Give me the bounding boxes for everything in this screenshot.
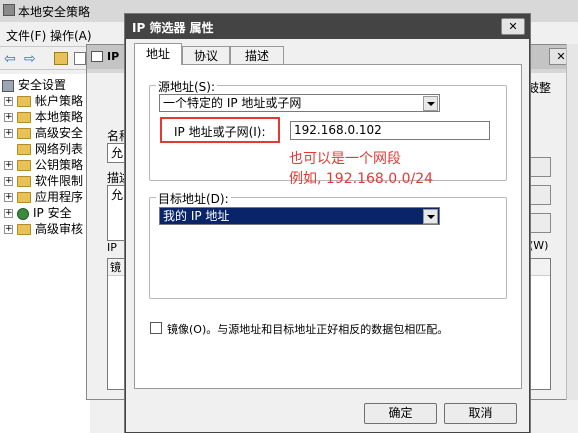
tree-item-label: 高级安全 — [35, 126, 84, 140]
bg-desc-field[interactable]: 允 — [107, 185, 125, 241]
bg-name-field[interactable]: 允 — [107, 143, 125, 163]
tree-item-account-policy[interactable]: 帐户策略 — [4, 93, 83, 109]
bg-list-right[interactable] — [527, 258, 551, 390]
ok-button-label: 确定 — [388, 406, 413, 420]
bg-name-value: 允 — [111, 146, 124, 160]
dest-address-label: 目标地址(D): — [156, 190, 231, 207]
tab-label: 描述 — [244, 49, 269, 63]
bg-list-right-header — [528, 259, 550, 276]
ip-subnet-label: IP 地址或子网(I): — [174, 125, 266, 139]
ip-filter-dialog: IP 筛选器 属性 ✕ 地址 协议 描述 源地址(S): 一个特定的 IP 地址… — [125, 14, 530, 433]
expand-icon[interactable] — [4, 93, 13, 109]
expand-icon[interactable] — [4, 221, 13, 237]
dialog-title-bar: IP 筛选器 属性 ✕ — [126, 15, 529, 39]
tab-address[interactable]: 地址 — [134, 43, 182, 65]
ok-button[interactable]: 确定 — [364, 403, 437, 424]
folder-icon — [17, 176, 31, 187]
tree-item-label: 软件限制 — [35, 174, 84, 188]
tree-item-label: IP 安全 — [33, 206, 72, 220]
tree-item-label: 公钥策略 — [35, 158, 84, 172]
dialog-title: IP 筛选器 属性 — [132, 21, 214, 35]
tab-label: 地址 — [145, 47, 170, 61]
annotation-text: 也可以是一个网段 例如, 192.168.0.0/24 — [289, 149, 433, 189]
forward-arrow-icon[interactable]: ⇨ — [24, 51, 36, 67]
dest-address-select[interactable]: 我的 IP 地址 — [159, 207, 440, 225]
tab-protocol[interactable]: 协议 — [182, 46, 230, 65]
bg-list-header: 镜 — [108, 259, 124, 276]
folder-icon — [17, 144, 31, 155]
bg-right-label-tail: 整 — [539, 81, 552, 95]
tree-item-label: 本地策略 — [35, 110, 84, 124]
folder-icon — [17, 128, 31, 139]
properties-icon[interactable] — [74, 52, 86, 65]
menu-action[interactable]: 操作(A) — [50, 27, 92, 44]
annotation-line-2: 例如, 192.168.0.0/24 — [289, 171, 434, 187]
cancel-button[interactable]: 取消 — [444, 403, 517, 424]
tree-item-label: 安全设置 — [18, 78, 67, 92]
menu-bar: 文件(F) 操作(A) — [0, 24, 130, 44]
tree-item-app-control[interactable]: 应用程序 — [4, 189, 83, 205]
source-address-value: 一个特定的 IP 地址或子网 — [163, 96, 302, 110]
folder-icon — [17, 224, 31, 235]
chevron-down-icon[interactable] — [423, 96, 438, 111]
ip-subnet-input[interactable]: 192.168.0.102 — [290, 121, 490, 140]
bg-right-label: 鼓整 — [527, 79, 551, 96]
tree-item-label: 帐户策略 — [35, 94, 84, 108]
tree-item-label: 网络列表 — [35, 142, 84, 156]
tab-label: 协议 — [193, 49, 218, 63]
bg-scrollbar[interactable] — [566, 44, 578, 400]
tree-item-ip-security[interactable]: IP 安全 — [4, 205, 72, 221]
expand-icon[interactable] — [4, 157, 13, 173]
network-shield-icon — [17, 207, 29, 220]
tree-item-advanced-audit[interactable]: 高级审核 — [4, 221, 83, 237]
bg-filter-list[interactable]: 镜 — [107, 258, 125, 390]
ip-subnet-value: 192.168.0.102 — [294, 123, 382, 137]
app-icon — [3, 4, 15, 16]
up-folder-icon[interactable] — [54, 52, 68, 65]
source-address-label: 源地址(S): — [156, 78, 218, 95]
bg-list-label: IP — [107, 241, 117, 254]
mirror-label: 镜像(O)。与源地址和目标地址正好相反的数据包相匹配。 — [167, 323, 449, 336]
folder-icon — [17, 160, 31, 171]
back-arrow-icon[interactable]: ⇦ — [4, 51, 16, 67]
menu-file[interactable]: 文件(F) — [6, 27, 46, 44]
expand-icon[interactable] — [4, 205, 13, 221]
tree-item-label: 应用程序 — [35, 190, 84, 204]
bg-list-header-label: 镜 — [110, 261, 121, 274]
bg-key-hint: (W) — [529, 239, 549, 252]
tab-description[interactable]: 描述 — [230, 46, 284, 65]
folder-icon — [17, 192, 31, 203]
expand-icon[interactable] — [4, 109, 13, 125]
folder-lock-icon — [17, 96, 31, 107]
tree-item-network-list[interactable]: 网络列表 — [17, 141, 83, 157]
mirror-checkbox[interactable] — [150, 322, 162, 334]
tree-item-label: 高级审核 — [35, 222, 84, 236]
expand-icon[interactable] — [4, 189, 13, 205]
security-settings-icon — [2, 79, 14, 92]
bg-desc-value: 允 — [111, 188, 124, 202]
folder-lock-icon — [17, 112, 31, 123]
dest-address-value: 我的 IP 地址 — [163, 209, 230, 223]
tree-item-software-restriction[interactable]: 软件限制 — [4, 173, 83, 189]
main-window-title: 本地安全策略 — [18, 5, 91, 19]
bg-dialog-title: IP — [107, 50, 120, 63]
expand-icon[interactable] — [4, 173, 13, 189]
tree-item-security-settings[interactable]: 安全设置 — [2, 77, 66, 93]
bg-dialog-icon — [91, 51, 103, 62]
dialog-close-button[interactable]: ✕ — [501, 18, 525, 35]
tree-item-local-policy[interactable]: 本地策略 — [4, 109, 83, 125]
tree-view: 安全设置 帐户策略 本地策略 高级安全 网络列表 公钥策略 软件限制 应用程序 … — [0, 74, 90, 433]
source-address-select[interactable]: 一个特定的 IP 地址或子网 — [159, 94, 440, 112]
tree-item-advanced-security[interactable]: 高级安全 — [4, 125, 83, 141]
expand-icon[interactable] — [4, 125, 13, 141]
chevron-down-icon[interactable] — [423, 209, 438, 224]
cancel-button-label: 取消 — [468, 406, 493, 420]
annotation-line-1: 也可以是一个网段 — [289, 151, 401, 167]
tree-item-public-key[interactable]: 公钥策略 — [4, 157, 83, 173]
tab-panel: 源地址(S): 一个特定的 IP 地址或子网 IP 地址或子网(I): 192.… — [134, 64, 522, 389]
